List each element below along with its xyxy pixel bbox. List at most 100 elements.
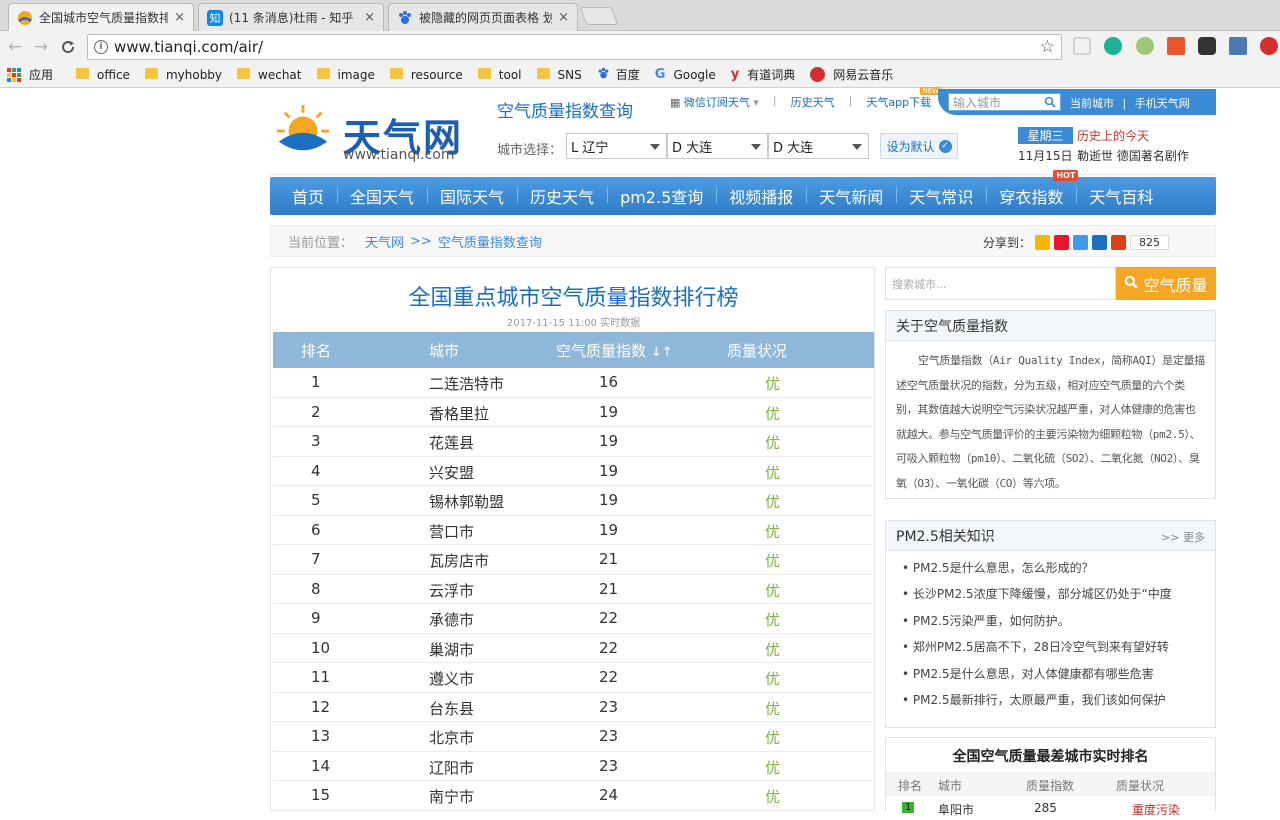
city-search-input[interactable]: 输入城市: [948, 93, 1061, 111]
browser-tab-air-quality[interactable]: 全国城市空气质量指数排 ×: [8, 3, 194, 31]
site-logo[interactable]: 天气网 www.tianqi.com: [275, 103, 475, 165]
address-bar[interactable]: i ☆: [87, 34, 1062, 60]
table-row[interactable]: 6 营口市 19 优: [273, 516, 874, 545]
bookmark-office[interactable]: office: [76, 68, 130, 82]
nav-home[interactable]: 首页: [270, 184, 337, 208]
browser-tab-hidden-table[interactable]: 被隐藏的网页页面表格 划 ×: [388, 3, 578, 31]
bookmark-youdao[interactable]: y 有道词典: [731, 66, 796, 83]
table-row[interactable]: 14 辽阳市 23 优: [273, 752, 874, 781]
breadcrumb-home-link[interactable]: 天气网: [365, 232, 404, 251]
city-cell[interactable]: 南宁市: [429, 786, 474, 807]
city-cell[interactable]: 北京市: [429, 727, 474, 748]
weibo-icon[interactable]: [1054, 235, 1070, 250]
table-row[interactable]: 2 香格里拉 19 优: [273, 398, 874, 427]
browser-tab-zhihu[interactable]: 知 (11 条消息)杜雨 - 知乎 ×: [198, 3, 384, 31]
col-aqi[interactable]: 空气质量指数 ↓↑: [556, 340, 673, 361]
table-row[interactable]: 11 遵义市 22 优: [273, 663, 874, 693]
renren-icon[interactable]: [1092, 235, 1108, 250]
set-default-button[interactable]: 设为默认 ✓: [880, 133, 958, 159]
history-weather-link[interactable]: 历史天气: [791, 94, 835, 110]
city-cell[interactable]: 二连浩特市: [429, 373, 504, 394]
city-cell[interactable]: 兴安盟: [429, 462, 474, 483]
nav-encyclopedia[interactable]: 天气百科: [1076, 184, 1166, 208]
info-icon[interactable]: i: [94, 40, 108, 54]
nav-international-weather[interactable]: 国际天气: [427, 184, 517, 208]
table-row[interactable]: 3 花莲县 19 优: [273, 427, 874, 457]
city-cell[interactable]: 辽阳市: [429, 757, 474, 778]
city-cell[interactable]: 台东县: [429, 698, 474, 719]
bookmark-star-icon[interactable]: ☆: [1040, 37, 1055, 57]
evernote-extension-icon[interactable]: [1198, 37, 1216, 55]
green-extension-icon[interactable]: [1136, 37, 1154, 55]
nav-history-weather[interactable]: 历史天气: [517, 184, 607, 208]
table-row[interactable]: 12 台东县 23 优: [273, 693, 874, 722]
bookmark-myhobby[interactable]: myhobby: [144, 68, 222, 82]
pm25-article-link[interactable]: • PM2.5是什么意思，怎么形成的？: [902, 555, 1208, 581]
close-icon[interactable]: ×: [558, 10, 569, 25]
new-tab-button[interactable]: [579, 7, 619, 25]
search-icon[interactable]: [1044, 96, 1056, 111]
pm25-article-link[interactable]: • PM2.5污染严重，如何防护。: [902, 608, 1208, 634]
city-cell[interactable]: 遵义市: [429, 668, 474, 689]
bookmark-resource[interactable]: resource: [389, 68, 463, 82]
province-select[interactable]: L 辽宁: [566, 133, 667, 159]
translate-extension-icon[interactable]: [1229, 37, 1247, 55]
city-cell[interactable]: 瓦房店市: [429, 550, 489, 571]
url-input[interactable]: [114, 38, 994, 56]
city-select[interactable]: D 大连: [667, 133, 768, 159]
table-row[interactable]: 15 南宁市 24 优: [273, 781, 874, 811]
bookmark-tool[interactable]: tool: [477, 68, 522, 82]
table-row[interactable]: 5 锡林郭勒盟 19 优: [273, 486, 874, 516]
current-city-link[interactable]: 当前城市: [1070, 97, 1114, 110]
nav-video[interactable]: 视频播报: [716, 184, 806, 208]
sort-arrows-icon[interactable]: ↓↑: [651, 345, 673, 360]
history-today-link[interactable]: 历史上的今天: [1077, 127, 1149, 144]
grid-extension-icon[interactable]: [1167, 37, 1185, 55]
opera-extension-icon[interactable]: [1260, 37, 1278, 55]
city-cell[interactable]: 花莲县: [429, 432, 474, 453]
city-cell[interactable]: 承德市: [429, 609, 474, 630]
table-row[interactable]: 4 兴安盟 19 优: [273, 457, 874, 486]
nav-knowledge[interactable]: 天气常识: [896, 184, 986, 208]
sidebar-city-search-input[interactable]: 搜索城市...: [885, 267, 1116, 300]
bookmark-image[interactable]: image: [316, 68, 375, 82]
district-select[interactable]: D 大连: [768, 133, 869, 159]
back-arrow-icon[interactable]: ←: [4, 36, 26, 58]
bookmark-wechat[interactable]: wechat: [237, 68, 302, 82]
worst-city-row[interactable]: 1 阜阳市 285 重度污染: [886, 796, 1215, 820]
more-link[interactable]: >> 更多: [1161, 529, 1205, 545]
pm25-article-link[interactable]: • PM2.5最新排行，太原最严重，我们该如何保护: [902, 687, 1208, 713]
nav-news[interactable]: 天气新闻: [806, 184, 896, 208]
bookmark-apps[interactable]: 应用: [0, 66, 53, 83]
table-row[interactable]: 1 二连浩特市 16 优: [273, 368, 874, 398]
city-cell[interactable]: 香格里拉: [429, 403, 489, 424]
nav-clothing-index[interactable]: 穿衣指数 HOT: [986, 170, 1079, 208]
table-row[interactable]: 7 瓦房店市 21 优: [273, 545, 874, 575]
table-row[interactable]: 10 巢湖市 22 优: [273, 634, 874, 663]
table-row[interactable]: 8 云浮市 21 优: [273, 575, 874, 604]
air-quality-search-button[interactable]: 空气质量: [1116, 267, 1216, 300]
nav-pm25[interactable]: pm2.5查询: [607, 184, 716, 208]
bookmark-netease-music[interactable]: 网易云音乐: [810, 66, 893, 83]
shield-extension-icon[interactable]: [1073, 37, 1091, 55]
pm25-article-link[interactable]: • 长沙PM2.5浓度下降缓慢，部分城区仍处于“中度: [902, 581, 1208, 607]
tencent-weibo-icon[interactable]: [1073, 235, 1089, 250]
pm25-article-link[interactable]: • 郑州PM2.5居高不下，28日冷空气到来有望好转: [902, 634, 1208, 660]
forward-arrow-icon[interactable]: →: [30, 36, 52, 58]
mobile-site-link[interactable]: 手机天气网: [1135, 97, 1190, 110]
city-cell[interactable]: 云浮市: [429, 580, 474, 601]
app-download-link[interactable]: 天气app下载 NEW: [866, 87, 942, 110]
breadcrumb-current[interactable]: 空气质量指数查询: [438, 232, 542, 251]
reload-icon[interactable]: [57, 36, 79, 58]
nav-national-weather[interactable]: 全国天气: [337, 184, 427, 208]
bookmark-sns[interactable]: SNS: [536, 68, 582, 82]
city-cell[interactable]: 营口市: [429, 521, 474, 542]
wechat-subscribe-link[interactable]: ▦ 微信订阅天气 ▾: [670, 94, 759, 110]
douban-icon[interactable]: [1111, 235, 1127, 250]
table-row[interactable]: 9 承德市 22 优: [273, 604, 874, 634]
city-cell[interactable]: 巢湖市: [429, 639, 474, 660]
bookmark-google[interactable]: G Google: [655, 67, 716, 82]
table-row[interactable]: 13 北京市 23 优: [273, 722, 874, 752]
history-today-text[interactable]: 勒逝世 德国著名剧作: [1077, 147, 1189, 164]
mendeley-extension-icon[interactable]: [1104, 37, 1122, 55]
